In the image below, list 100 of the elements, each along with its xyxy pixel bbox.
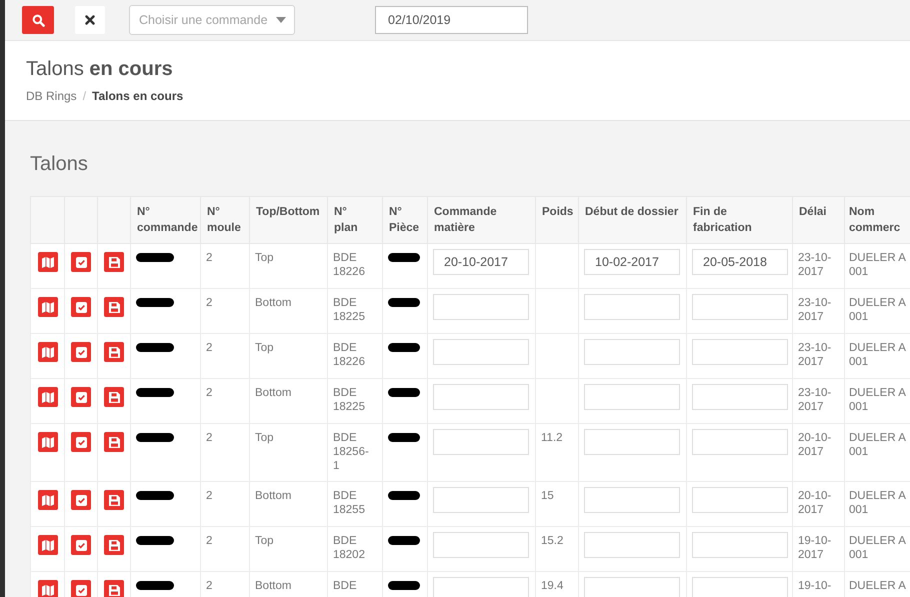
save-button[interactable] [104, 535, 124, 555]
date-input[interactable] [433, 532, 529, 558]
save-button[interactable] [104, 432, 124, 452]
date-input[interactable]: 20-05-2018 [692, 249, 788, 275]
date-input[interactable] [433, 487, 529, 513]
table-cell-text: DUELER A 001 [849, 534, 906, 562]
map-button[interactable] [38, 490, 58, 510]
table-cell-text: DUELER A 001 [849, 296, 906, 324]
table-cell-text: 11.2 [541, 431, 563, 445]
redaction-mark [388, 581, 420, 590]
date-input[interactable] [692, 339, 788, 365]
date-input[interactable] [584, 577, 680, 597]
check-button[interactable] [71, 252, 91, 272]
save-button[interactable] [104, 252, 124, 272]
date-input[interactable] [433, 384, 529, 410]
table-cell-text: 2 [206, 489, 212, 503]
table-cell-text: 2 [206, 341, 212, 355]
table-cell-text: BDE 18225 [333, 296, 365, 324]
table-cell-text: Top [255, 431, 274, 445]
redaction-mark [136, 491, 174, 500]
table-cell-text: BDE 18225 [333, 386, 365, 414]
date-input[interactable] [584, 294, 680, 320]
check-button[interactable] [71, 535, 91, 555]
date-input[interactable]: 20-10-2017 [433, 249, 529, 275]
map-icon [42, 494, 54, 506]
table-cell-text: Bottom [255, 296, 292, 310]
date-input[interactable] [584, 532, 680, 558]
date-input[interactable] [692, 429, 788, 455]
date-input[interactable] [584, 429, 680, 455]
check-button[interactable] [71, 490, 91, 510]
table-cell-text: Top [255, 341, 274, 355]
date-input[interactable] [433, 294, 529, 320]
column-header: Délai [799, 205, 826, 220]
map-icon [42, 436, 54, 448]
table-cell-text: Top [255, 251, 274, 265]
checkbox-icon [76, 256, 86, 268]
date-input[interactable] [433, 339, 529, 365]
redaction-mark [136, 298, 174, 307]
save-button[interactable] [104, 297, 124, 317]
map-icon [42, 540, 54, 550]
table-cell-text: BDE 18256- 1 [333, 431, 369, 473]
date-input[interactable] [692, 384, 788, 410]
check-button[interactable] [71, 580, 91, 597]
table-cell-text: BDE 18226 [333, 341, 365, 369]
check-button[interactable] [71, 432, 91, 452]
map-button[interactable] [38, 252, 58, 272]
date-input[interactable] [692, 577, 788, 597]
table-cell-text: Top [255, 534, 274, 548]
date-field[interactable]: 02/10/2019 [375, 6, 528, 34]
checkbox-icon [76, 302, 86, 312]
date-input[interactable] [433, 577, 529, 597]
save-button[interactable] [104, 490, 124, 510]
map-button[interactable] [38, 387, 58, 407]
check-button[interactable] [71, 342, 91, 362]
checkbox-icon [76, 584, 86, 596]
map-button[interactable] [38, 342, 58, 362]
search-button[interactable] [22, 6, 54, 34]
redaction-mark [136, 536, 174, 545]
breadcrumb-item[interactable]: DB Rings [26, 89, 77, 103]
date-input[interactable] [584, 487, 680, 513]
date-input[interactable] [692, 532, 788, 558]
table-cell-text: 19-10- 2017 [798, 534, 832, 562]
date-input[interactable] [692, 487, 788, 513]
save-button[interactable] [104, 342, 124, 362]
date-input[interactable] [692, 294, 788, 320]
table-cell-text: BDE 18202 [333, 534, 365, 562]
check-button[interactable] [71, 297, 91, 317]
table-cell-text: 19-10- [798, 579, 832, 593]
checkbox-icon [76, 346, 86, 358]
date-input[interactable] [584, 384, 680, 410]
floppy-icon [108, 584, 120, 596]
column-header: N° moule [207, 205, 241, 236]
floppy-icon [108, 256, 120, 268]
map-button[interactable] [38, 580, 58, 597]
floppy-icon [108, 346, 120, 358]
column-header: Fin de fabrication [693, 205, 753, 236]
redaction-mark [136, 581, 174, 590]
map-icon [42, 392, 54, 402]
table-cell-text: DUELER A [849, 579, 906, 593]
date-input[interactable]: 10-02-2017 [584, 249, 680, 275]
redaction-mark [388, 388, 420, 397]
redaction-mark [136, 253, 174, 262]
map-button[interactable] [38, 535, 58, 555]
column-header: N° commande [137, 205, 198, 236]
table-cell-text: DUELER A 001 [849, 251, 906, 279]
save-button[interactable] [104, 387, 124, 407]
date-input[interactable] [584, 339, 680, 365]
date-input[interactable] [433, 429, 529, 455]
redaction-mark [136, 388, 174, 397]
floppy-icon [108, 392, 120, 402]
clear-button[interactable] [75, 6, 105, 34]
save-button[interactable] [104, 580, 124, 597]
table-cell-text: Bottom [255, 386, 292, 400]
check-button[interactable] [71, 387, 91, 407]
map-button[interactable] [38, 297, 58, 317]
table-cell-text: Bottom [255, 579, 292, 593]
map-button[interactable] [38, 432, 58, 452]
page-title: Talons en cours [26, 58, 174, 81]
table-cell-text: DUELER A 001 [849, 489, 906, 517]
redaction-mark [136, 343, 174, 352]
